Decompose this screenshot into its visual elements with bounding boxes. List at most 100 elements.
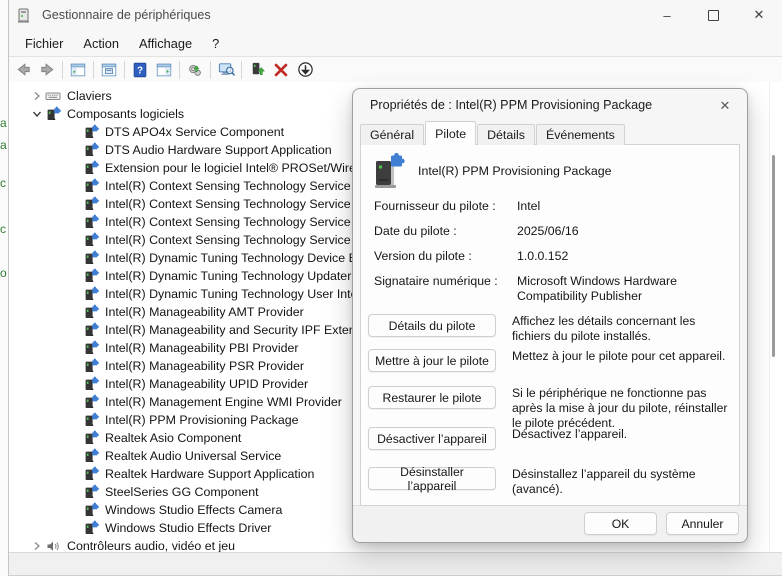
chevron-icon[interactable] [67,268,83,284]
chevron-icon[interactable] [67,160,83,176]
properties-dialog: Propriétés de : Intel(R) PPM Provisionin… [352,88,748,543]
device-type-icon [83,412,101,428]
chevron-icon[interactable] [67,502,83,518]
chevron-icon[interactable] [29,88,45,104]
driver-action-button[interactable]: Détails du pilote [368,314,496,337]
ok-button[interactable]: OK [584,512,657,535]
tree-row-label: Windows Studio Effects Camera [105,503,282,517]
device-type-icon [83,466,101,482]
chevron-icon[interactable] [67,448,83,464]
background-text-fragment: c [0,176,6,190]
tree-row-label: Realtek Hardware Support Application [105,467,314,481]
update-driver-icon[interactable] [245,59,269,81]
background-text-fragment: a [0,116,7,130]
driver-action-description: Si le périphérique ne fonctionne pas apr… [512,386,730,431]
tree-row-label: Composants logiciels [67,107,184,121]
show-action-pane-icon[interactable] [152,59,176,81]
tree-row-label: Windows Studio Effects Driver [105,521,271,535]
chevron-icon[interactable] [29,106,45,122]
chevron-icon[interactable] [67,322,83,338]
window-title: Gestionnaire de périphériques [42,8,211,22]
chevron-icon[interactable] [67,394,83,410]
content-edge-line [769,82,770,552]
chevron-icon[interactable] [67,232,83,248]
chevron-icon[interactable] [67,358,83,374]
chevron-icon[interactable] [67,484,83,500]
toolbar: ? [9,57,782,83]
chevron-icon[interactable] [67,124,83,140]
chevron-icon[interactable] [67,466,83,482]
uninstall-device-icon[interactable] [269,59,293,81]
chevron-icon[interactable] [67,412,83,428]
tree-row-label: Intel(R) Manageability AMT Provider [105,305,304,319]
dialog-tab[interactable]: Détails [477,124,535,145]
device-type-icon [83,286,101,302]
device-type-icon [83,178,101,194]
device-type-icon [83,430,101,446]
tree-scrollbar[interactable] [772,155,775,357]
maximize-button[interactable] [690,0,736,30]
close-button[interactable]: ✕ [736,0,782,30]
chevron-icon[interactable] [67,340,83,356]
driver-action-row: Restaurer le pilote Si le périphérique n… [368,386,731,431]
toolbar-separator [210,61,211,79]
chevron-icon[interactable] [67,178,83,194]
chevron-icon[interactable] [67,286,83,302]
driver-actions: Détails du pilote Affichez les détails c… [368,145,731,505]
tree-row-label: Intel(R) Context Sensing Technology Serv… [105,215,351,229]
dialog-tab[interactable]: Général [360,124,424,145]
disable-device-icon[interactable] [293,59,317,81]
toolbar-separator [93,61,94,79]
chevron-icon[interactable] [67,376,83,392]
device-type-icon [83,484,101,500]
help-icon[interactable]: ? [128,59,152,81]
show-console-tree-icon[interactable] [66,59,90,81]
window-bottom-strip [9,552,782,576]
tree-row-label: Intel(R) Management Engine WMI Provider [105,395,342,409]
chevron-icon[interactable] [67,142,83,158]
menu-action[interactable]: Action [73,33,129,54]
menu-help[interactable]: ? [202,33,229,54]
tree-row-label: Intel(R) Manageability PBI Provider [105,341,299,355]
chevron-icon[interactable] [67,520,83,536]
minimize-button[interactable]: – [644,0,690,30]
device-type-icon [45,88,63,104]
dialog-tab-label: Pilote [435,127,466,141]
remote-computer-icon[interactable] [214,59,238,81]
chevron-icon[interactable] [29,538,45,552]
properties-icon[interactable] [97,59,121,81]
driver-action-description: Désactivez l’appareil. [512,427,730,442]
dialog-tab-label: Événements [546,128,615,142]
driver-action-button[interactable]: Désinstaller l’appareil [368,467,496,490]
menu-affichage[interactable]: Affichage [129,33,202,54]
chevron-icon[interactable] [67,304,83,320]
cancel-button[interactable]: Annuler [666,512,739,535]
dialog-tab[interactable]: Événements [536,124,625,145]
driver-action-button[interactable]: Mettre à jour le pilote [368,349,496,372]
back-icon[interactable] [11,59,35,81]
dialog-tab-label: Général [370,128,414,142]
device-type-icon [83,520,101,536]
dialog-tabs: Général Pilote Détails Événements [360,122,626,145]
dialog-close-icon[interactable]: ✕ [714,95,736,117]
dialog-tab[interactable]: Pilote [425,121,476,145]
device-type-icon [83,214,101,230]
chevron-icon[interactable] [67,250,83,266]
tree-row-label: Intel(R) Context Sensing Technology Serv… [105,179,351,193]
device-manager-app-icon [16,7,33,24]
menu-fichier[interactable]: Fichier [15,33,73,54]
tree-row-label: Intel(R) Context Sensing Technology Serv… [105,197,351,211]
driver-action-description: Affichez les détails concernant les fich… [512,314,730,344]
background-text-fragment: c [0,222,6,236]
device-type-icon [83,196,101,212]
tree-row-label: Intel(R) PPM Provisioning Package [105,413,299,427]
scan-hardware-changes-icon[interactable] [183,59,207,81]
forward-icon[interactable] [35,59,59,81]
chevron-icon[interactable] [67,214,83,230]
device-type-icon [83,358,101,374]
chevron-icon[interactable] [67,430,83,446]
driver-action-button[interactable]: Restaurer le pilote [368,386,496,409]
chevron-icon[interactable] [67,196,83,212]
background-text-fragment: o [0,266,7,280]
driver-action-button[interactable]: Désactiver l’appareil [368,427,496,450]
